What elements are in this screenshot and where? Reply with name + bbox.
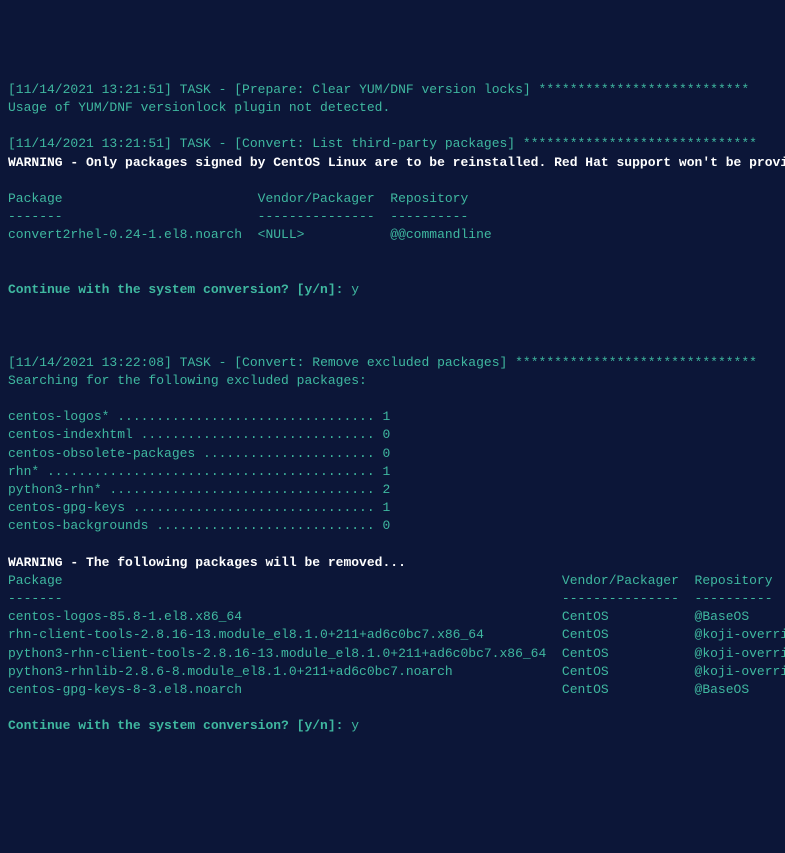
- excluded-list: centos-logos* ..........................…: [8, 408, 777, 535]
- col-vendor: Vendor/Packager: [258, 191, 391, 206]
- task-message: Usage of YUM/DNF versionlock plugin not …: [8, 99, 777, 117]
- excluded-item: centos-backgrounds .....................…: [8, 517, 777, 535]
- warning-line: WARNING - Only packages signed by CentOS…: [8, 154, 777, 172]
- task-line: [11/14/2021 13:21:51] TASK - [Convert: L…: [8, 135, 777, 153]
- excluded-item: centos-obsolete-packages ...............…: [8, 445, 777, 463]
- col-repo: Repository: [390, 191, 468, 206]
- table-row: centos-logos-85.8-1.el8.x86_64 CentOS @B…: [8, 608, 777, 626]
- table-row: python3-rhn-client-tools-2.8.16-13.modul…: [8, 645, 777, 663]
- table-divider: ------- --------------- ----------: [8, 590, 777, 608]
- terminal-output: [11/14/2021 13:21:51] TASK - [Prepare: C…: [8, 81, 777, 754]
- excluded-item: centos-gpg-keys ........................…: [8, 499, 777, 517]
- col-package: Package: [8, 191, 258, 206]
- table-row: centos-gpg-keys-8-3.el8.noarch CentOS @B…: [8, 681, 777, 699]
- table-row: python3-rhnlib-2.8.6-8.module_el8.1.0+21…: [8, 663, 777, 681]
- table-body: centos-logos-85.8-1.el8.x86_64 CentOS @B…: [8, 608, 777, 699]
- excluded-item: centos-indexhtml .......................…: [8, 426, 777, 444]
- table-row: convert2rhel-0.24-1.el8.noarch <NULL> @@…: [8, 226, 777, 244]
- table-row: rhn-client-tools-2.8.16-13.module_el8.1.…: [8, 626, 777, 644]
- warning-line: WARNING - The following packages will be…: [8, 554, 777, 572]
- task-line: [11/14/2021 13:22:08] TASK - [Convert: R…: [8, 354, 777, 372]
- prompt-line[interactable]: Continue with the system conversion? [y/…: [8, 717, 777, 735]
- prompt-line[interactable]: Continue with the system conversion? [y/…: [8, 281, 777, 299]
- task-message: Searching for the following excluded pac…: [8, 372, 777, 390]
- table-divider: ------- --------------- ----------: [8, 208, 777, 226]
- excluded-item: rhn* ...................................…: [8, 463, 777, 481]
- excluded-item: python3-rhn* ...........................…: [8, 481, 777, 499]
- table-header: Package Vendor/Packager Repository: [8, 572, 777, 590]
- excluded-item: centos-logos* ..........................…: [8, 408, 777, 426]
- table-header: Package Vendor/Packager Repository: [8, 190, 777, 208]
- task-line: [11/14/2021 13:21:51] TASK - [Prepare: C…: [8, 81, 777, 99]
